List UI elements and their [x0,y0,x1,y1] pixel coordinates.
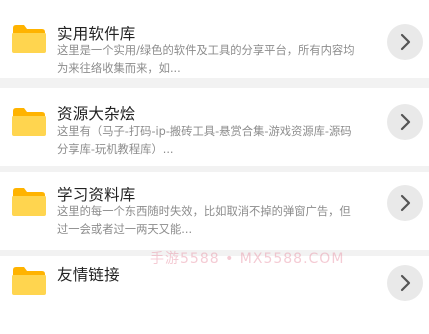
chevron-right-icon[interactable] [387,104,423,140]
item-title: 资源大杂烩 [57,105,136,123]
chevron-right-icon[interactable] [387,185,423,221]
item-title: 学习资料库 [57,186,136,204]
chevron-right-icon[interactable] [387,24,423,60]
chevron-right-icon[interactable] [387,265,423,301]
list-item-resource-mix[interactable]: 资源大杂烩 这里有（马子-打码-ip-搬砖工具-悬赏合集-游戏资源库-源码分享库… [0,88,429,166]
item-description: 这里是一个实用/绿色的软件及工具的分享平台，所有内容均为来往络收集而来，如... [57,44,355,75]
folder-icon [11,107,47,137]
folder-icon [11,187,47,217]
item-title: 友情链接 [57,266,120,284]
folder-icon [11,24,47,54]
item-title: 实用软件库 [57,25,136,43]
folder-icon [11,266,47,296]
list-item-software-library[interactable]: 实用软件库 这里是一个实用/绿色的软件及工具的分享平台，所有内容均为来往络收集而… [0,0,429,78]
list-item-friend-links[interactable]: 友情链接 [0,256,429,334]
list-item-study-library[interactable]: 学习资料库 这里的每一个东西随时失效，比如取消不掉的弹窗广告，但过一会或者过一两… [0,172,429,250]
item-description: 这里的每一个东西随时失效，比如取消不掉的弹窗广告，但过一会或者过一两天又能... [57,205,351,236]
item-description: 这里有（马子-打码-ip-搬砖工具-悬赏合集-游戏资源库-源码分享库-玩机教程库… [57,125,352,156]
